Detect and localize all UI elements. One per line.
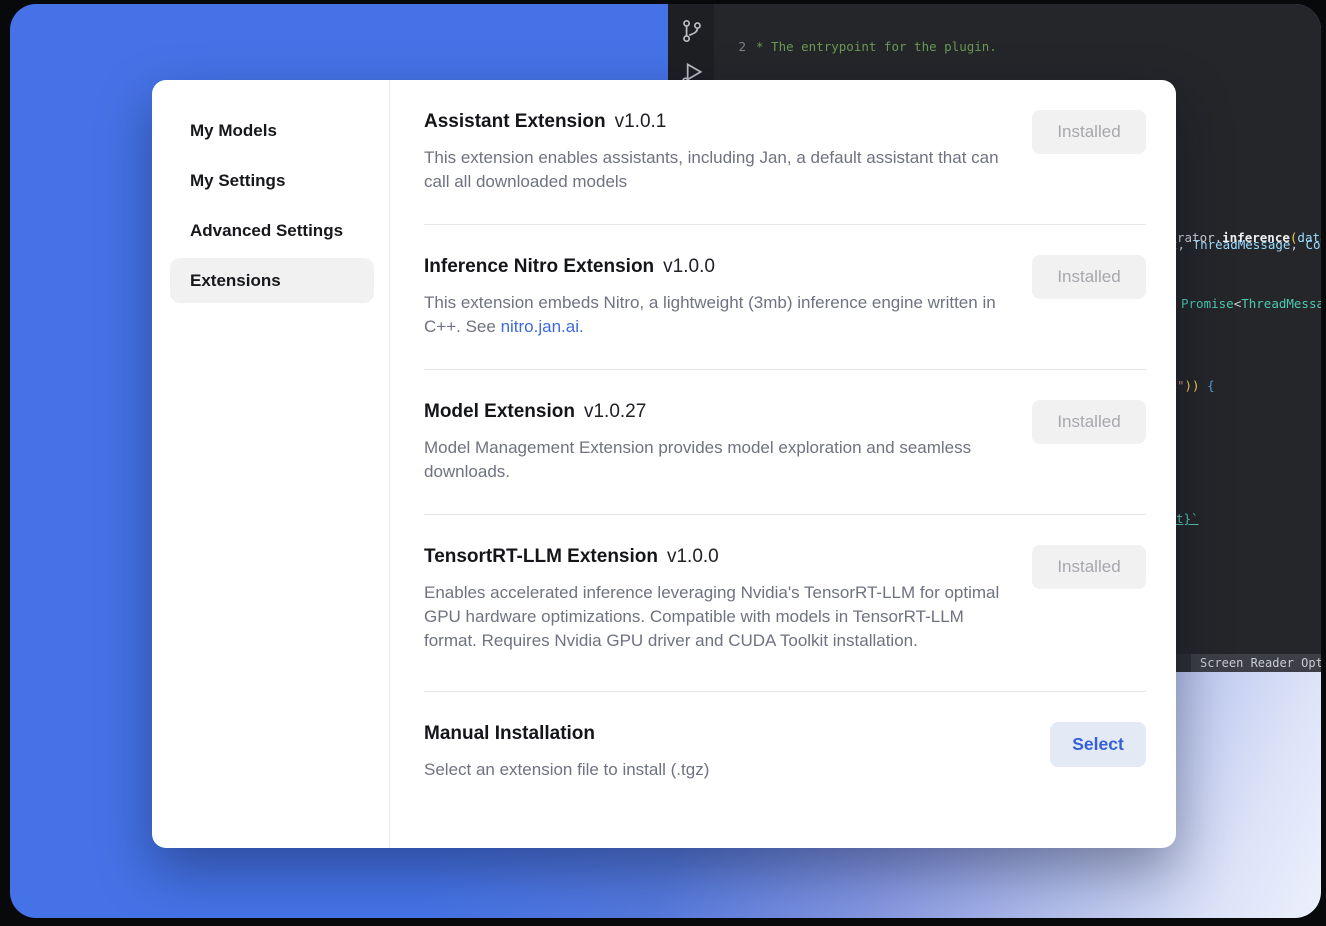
sidebar-item-label: Advanced Settings <box>190 221 343 241</box>
sidebar-item-advanced-settings[interactable]: Advanced Settings <box>170 208 374 253</box>
extension-heading: Inference Nitro Extension v1.0.0 <box>424 255 1014 278</box>
settings-card: My Models My Settings Advanced Settings … <box>152 80 1176 848</box>
extension-version: v1.0.0 <box>667 546 719 567</box>
code-fragment: t}` <box>1176 511 1199 526</box>
extension-row-tensorrt: TensortRT-LLM Extension v1.0.0 Enables ac… <box>424 515 1146 692</box>
sidebar-item-extensions[interactable]: Extensions <box>170 258 374 303</box>
window-frame: 2 * The entrypoint for the plugin. 3 */ … <box>10 4 1321 918</box>
extension-title: TensortRT-LLM Extension <box>424 546 658 567</box>
extension-description: This extension embeds Nitro, a lightweig… <box>424 291 1002 339</box>
installed-button[interactable]: Installed <box>1032 110 1146 154</box>
code-line: 2 * The entrypoint for the plugin. <box>714 39 1321 56</box>
installed-button[interactable]: Installed <box>1032 545 1146 589</box>
extension-description: Model Management Extension provides mode… <box>424 436 1002 484</box>
extension-row-nitro: Inference Nitro Extension v1.0.0 This ext… <box>424 225 1146 370</box>
manual-installation-title: Manual Installation <box>424 723 595 744</box>
status-screen-reader-label[interactable]: Screen Reader Optimized <box>1191 654 1321 672</box>
sidebar-item-label: My Models <box>190 121 277 141</box>
extension-title: Assistant Extension <box>424 111 606 132</box>
extension-version: v1.0.1 <box>615 111 667 132</box>
screenshot-stage: 2 * The entrypoint for the plugin. 3 */ … <box>0 0 1326 926</box>
extension-title: Model Extension <box>424 401 575 422</box>
code-fragment: Promise<ThreadMessage> <box>1181 296 1321 311</box>
extension-heading: Manual Installation <box>424 722 1032 745</box>
extension-heading: Assistant Extension v1.0.1 <box>424 110 1014 133</box>
sidebar-item-label: Extensions <box>190 271 281 291</box>
code-comment: * The entrypoint for the plugin. <box>746 39 997 56</box>
source-control-icon[interactable] <box>679 18 705 44</box>
extension-row-assistant: Assistant Extension v1.0.1 This extension… <box>424 80 1146 225</box>
extension-description: Enables accelerated inference leveraging… <box>424 581 1002 653</box>
sidebar-item-my-settings[interactable]: My Settings <box>170 158 374 203</box>
extensions-list: Assistant Extension v1.0.1 This extension… <box>390 80 1176 848</box>
manual-installation-description: Select an extension file to install (.tg… <box>424 758 1002 782</box>
extension-description: This extension enables assistants, inclu… <box>424 146 1002 194</box>
select-file-button[interactable]: Select <box>1050 722 1146 767</box>
installed-button[interactable]: Installed <box>1032 255 1146 299</box>
extension-heading: Model Extension v1.0.27 <box>424 400 1014 423</box>
sidebar-item-label: My Settings <box>190 171 285 191</box>
code-fragment: ")) { <box>1177 378 1215 393</box>
extension-version: v1.0.27 <box>584 401 646 422</box>
settings-sidebar: My Models My Settings Advanced Settings … <box>152 80 390 848</box>
installed-button[interactable]: Installed <box>1032 400 1146 444</box>
extension-row-model: Model Extension v1.0.27 Model Management … <box>424 370 1146 515</box>
sidebar-item-my-models[interactable]: My Models <box>170 108 374 153</box>
code-fragment: rator.inference(data)); <box>1177 230 1321 245</box>
nitro-jan-ai-link[interactable]: nitro.jan.ai. <box>501 317 584 336</box>
extension-heading: TensortRT-LLM Extension v1.0.0 <box>424 545 1014 568</box>
extension-version: v1.0.0 <box>663 256 715 277</box>
manual-installation-row: Manual Installation Select an extension … <box>424 692 1146 804</box>
extension-title: Inference Nitro Extension <box>424 256 654 277</box>
line-number: 2 <box>714 39 746 56</box>
